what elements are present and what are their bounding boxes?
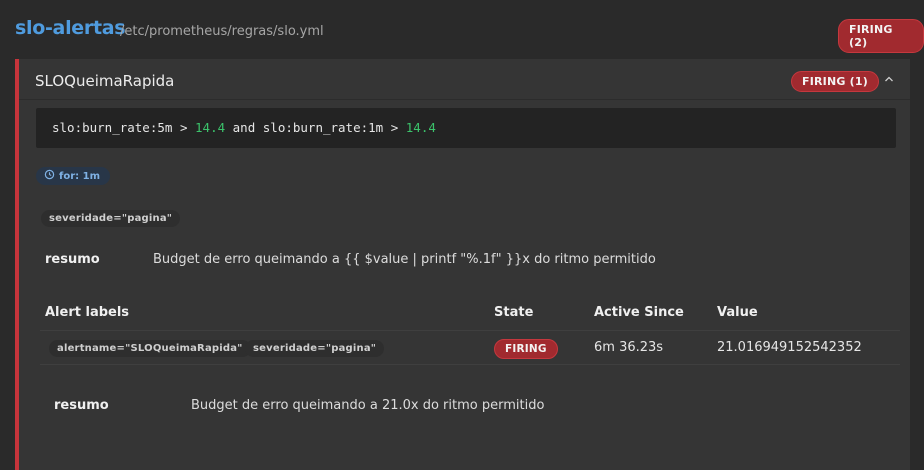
expr-number-2: 14.4	[405, 120, 436, 135]
rule-name[interactable]: SLOQueimaRapida	[35, 72, 174, 90]
for-duration-text: for: 1m	[59, 170, 101, 182]
rule-annotation-value: Budget de erro queimando a {{ $value | p…	[153, 252, 656, 267]
rule-labels: severidade="pagina"	[41, 206, 181, 227]
expr-number-1: 14.4	[195, 120, 226, 135]
rule-expression: slo:burn_rate:5m > 14.4 and slo:burn_rat…	[36, 108, 896, 148]
group-header: slo-alertas /etc/prometheus/regras/slo.y…	[0, 0, 924, 58]
clock-icon	[44, 169, 55, 183]
rule-label-chip: severidade="pagina"	[41, 210, 181, 227]
alert-label-chip: alertname="SLOQueimaRapida"	[49, 340, 251, 357]
group-firing-badge: FIRING (2)	[838, 19, 924, 53]
alert-annotation-value: Budget de erro queimando a 21.0x do ritm…	[191, 398, 545, 413]
chevron-up-icon[interactable]	[881, 71, 897, 87]
expr-metric-2: slo:burn_rate:1m	[262, 120, 384, 135]
alert-annotation-key: resumo	[54, 398, 109, 413]
alert-state-badge: FIRING	[494, 339, 558, 359]
rule-annotation-key: resumo	[45, 252, 100, 267]
alert-label-chip: severidade="pagina"	[245, 340, 385, 357]
header-active-since: Active Since	[594, 305, 684, 320]
header-state: State	[494, 305, 534, 320]
expr-and: and	[232, 120, 256, 135]
table-row-divider	[40, 364, 900, 365]
expr-metric-1: slo:burn_rate:5m	[52, 120, 173, 135]
rule-firing-badge: FIRING (1)	[791, 71, 879, 92]
alert-value: 21.016949152542352	[717, 340, 862, 355]
expr-operator-2: >	[390, 120, 399, 135]
expr-operator-1: >	[179, 120, 188, 135]
header-value: Value	[717, 305, 758, 320]
header-alert-labels: Alert labels	[45, 305, 130, 320]
rule-header-divider	[19, 99, 910, 100]
alert-active-since: 6m 36.23s	[594, 340, 664, 355]
rule-card: SLOQueimaRapida FIRING (1) slo:burn_rate…	[15, 59, 910, 470]
group-name[interactable]: slo-alertas	[15, 17, 126, 39]
for-duration-badge: for: 1m	[36, 167, 111, 185]
table-header-divider	[40, 330, 900, 331]
group-file-path: /etc/prometheus/regras/slo.yml	[120, 24, 324, 39]
